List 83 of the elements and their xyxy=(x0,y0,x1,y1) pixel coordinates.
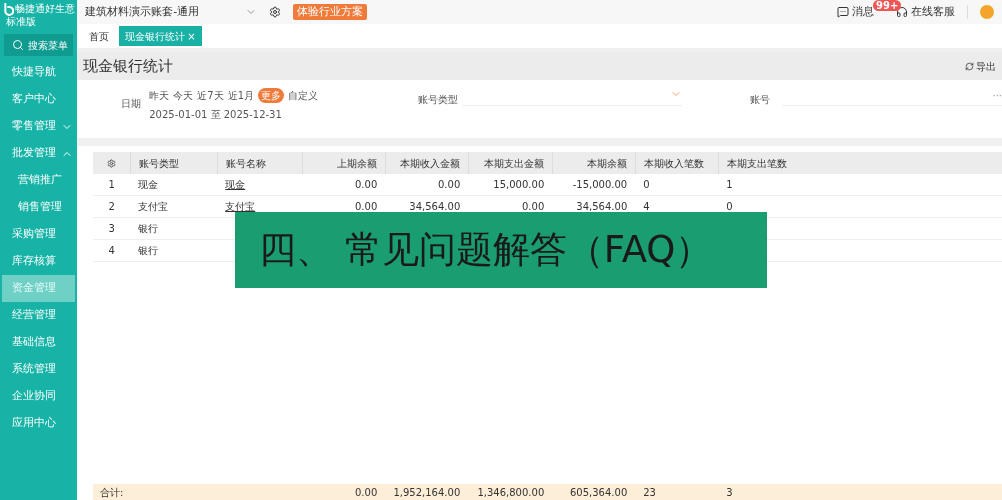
table-cell-text: -15,000.00 xyxy=(572,178,628,192)
edition-label: 标准版 xyxy=(5,17,37,27)
refresh-icon xyxy=(965,61,974,71)
account-label: 账号 xyxy=(750,93,770,107)
total-cell-text: 605,364.00 xyxy=(570,485,628,500)
table-cell-text: 0.00 xyxy=(522,200,545,214)
column-header: 本期余额 xyxy=(587,156,628,171)
date-option[interactable]: 今天 xyxy=(173,88,194,103)
column-header: 本期收入笔数 xyxy=(644,156,705,171)
settings-icon[interactable] xyxy=(269,6,282,18)
sidebar-item[interactable]: 销售管理 xyxy=(2,194,76,221)
search-icon xyxy=(12,39,24,51)
table-cell-text: 4 xyxy=(643,200,650,214)
date-range: 2025-01-01 至 2025-12-31 xyxy=(149,108,283,122)
search-menu[interactable]: 搜索菜单 xyxy=(4,34,74,56)
sidebar-item[interactable]: 库存核算 xyxy=(2,248,76,275)
sidebar-item[interactable]: 零售管理 xyxy=(2,113,76,140)
messages-button[interactable]: 消息 xyxy=(837,3,874,21)
page-tab[interactable]: 首页 xyxy=(83,26,116,46)
avatar[interactable] xyxy=(980,5,994,19)
account-type-label: 账号类型 xyxy=(418,93,458,107)
export-button[interactable]: 导出 xyxy=(965,58,996,74)
column-header: 账号类型 xyxy=(139,156,180,171)
date-option[interactable]: 自定义 xyxy=(288,88,318,103)
table-cell-text: 2 xyxy=(108,200,115,214)
table-cell-text: 0.00 xyxy=(355,178,378,192)
table-cell-text: 1 xyxy=(108,178,115,192)
column-header: 账号名称 xyxy=(226,156,267,171)
table-cell-text: 0 xyxy=(726,200,733,214)
column-header: 本期支出笔数 xyxy=(727,156,788,171)
sidebar-item[interactable]: 企业协同 xyxy=(2,383,76,410)
table-cell-text: 34,564.00 xyxy=(576,200,628,214)
sidebar-item[interactable]: 客户中心 xyxy=(2,86,76,113)
total-cell-text: 0.00 xyxy=(355,485,378,500)
account-link[interactable]: 现金 xyxy=(225,177,246,192)
logo-icon xyxy=(2,1,14,17)
table-cell-text: 0.00 xyxy=(355,200,378,214)
column-header: 上期余额 xyxy=(337,156,378,171)
total-label: 合计: xyxy=(100,485,124,500)
count-badge: 99+ xyxy=(873,0,902,11)
sidebar-item[interactable]: 基础信息 xyxy=(2,329,76,356)
account-set-select[interactable]: 建筑材料演示账套-通用 xyxy=(85,3,258,21)
account-link[interactable]: 支付宝 xyxy=(225,199,256,214)
page-tab[interactable]: 现金银行统计 × xyxy=(119,26,202,46)
page-title: 现金银行统计 xyxy=(83,55,174,77)
total-cell-text: 23 xyxy=(643,485,656,500)
column-header: 本期支出金额 xyxy=(484,156,545,171)
total-cell-text: 1,952,164.00 xyxy=(393,485,461,500)
sidebar-item[interactable]: 资金管理 xyxy=(2,275,76,302)
table-cell-text: 3 xyxy=(108,222,115,236)
sidebar-item[interactable]: 营销推广 xyxy=(2,167,76,194)
table-cell-text: 银行 xyxy=(138,222,159,236)
sidebar-item[interactable]: 应用中心 xyxy=(2,410,76,437)
date-option[interactable]: 近7天 xyxy=(197,88,224,103)
date-label: 日期 xyxy=(121,97,142,111)
sidebar-item[interactable]: 系统管理 xyxy=(2,356,76,383)
sidebar-item[interactable]: 批发管理 xyxy=(2,140,76,167)
sidebar-item[interactable]: 经营管理 xyxy=(2,302,76,329)
brand-name: 畅捷通好生意 xyxy=(15,4,75,14)
promo-button[interactable]: 体验行业方案 xyxy=(293,4,368,20)
message-icon xyxy=(837,6,849,18)
table-cell-text: 现金 xyxy=(138,178,159,192)
table-cell-text: 15,000.00 xyxy=(493,178,545,192)
sidebar-item[interactable]: 快捷导航 xyxy=(2,59,76,86)
settings-icon[interactable] xyxy=(107,158,117,168)
total-cell-text: 3 xyxy=(726,485,733,500)
faq-banner: 四、 常见问题解答（FAQ） xyxy=(235,212,767,288)
table-cell-text: 银行 xyxy=(138,244,159,258)
table-cell-text: 4 xyxy=(108,244,115,258)
column-header: 本期收入金额 xyxy=(400,156,461,171)
headset-icon xyxy=(896,6,908,18)
table-cell-text: 0.00 xyxy=(438,178,461,192)
close-icon[interactable]: × xyxy=(187,28,196,44)
table-cell-text: 1 xyxy=(726,178,733,192)
sidebar-item[interactable]: 采购管理 xyxy=(2,221,76,248)
table-cell-text: 0 xyxy=(643,178,650,192)
total-cell-text: 1,346,800.00 xyxy=(477,485,545,500)
table-cell-text: 34,564.00 xyxy=(409,200,461,214)
date-option[interactable]: 昨天 xyxy=(149,88,170,103)
account-field[interactable]: ··· xyxy=(782,88,1002,106)
table-cell-text: 支付宝 xyxy=(138,200,169,214)
date-option[interactable]: 更多 xyxy=(258,88,284,103)
date-option[interactable]: 近1月 xyxy=(227,88,254,103)
